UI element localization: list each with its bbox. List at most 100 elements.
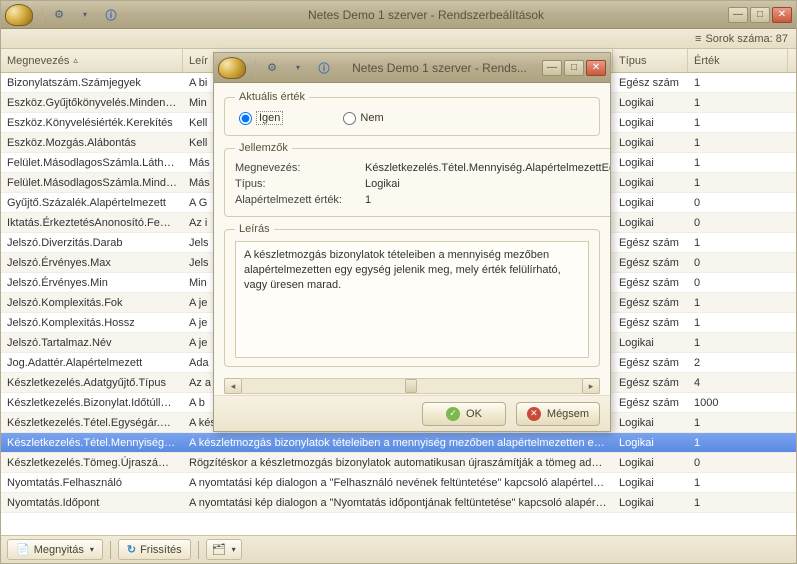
minimize-button[interactable]: — bbox=[728, 7, 748, 23]
cell-type: Egész szám bbox=[613, 315, 688, 331]
app-logo-icon bbox=[218, 57, 246, 79]
col-header-name[interactable]: Megnevezés▵ bbox=[1, 49, 183, 72]
cell-type: Egész szám bbox=[613, 75, 688, 91]
cell-name: Készletkezelés.Tétel.Egységár.Fel… bbox=[1, 415, 183, 431]
properties-legend: Jellemzők bbox=[235, 142, 292, 154]
sort-asc-icon: ▵ bbox=[73, 55, 78, 66]
refresh-button[interactable]: Frissítés bbox=[118, 539, 191, 560]
ok-button[interactable]: ✓ OK bbox=[422, 402, 506, 426]
cell-type: Logikai bbox=[613, 195, 688, 211]
separator bbox=[255, 59, 256, 77]
cell-name: Eszköz.Könyvelésiérték.Kerekítés bbox=[1, 115, 183, 131]
cell-name: Iktatás.ÉrkeztetésAnonosító.Fe… bbox=[1, 215, 183, 231]
cell-type: Egész szám bbox=[613, 235, 688, 251]
row-count-label: Sorok száma: 87 bbox=[705, 33, 788, 45]
cell-desc: A nyomtatási kép dialogon a "Felhasználó… bbox=[183, 475, 613, 491]
scroll-left-button[interactable]: ◂ bbox=[224, 378, 242, 394]
dropdown-icon[interactable]: ▾ bbox=[289, 59, 307, 77]
cell-value: 0 bbox=[688, 195, 788, 211]
cell-name: Nyomtatás.Időpont bbox=[1, 495, 183, 511]
app-logo-icon bbox=[5, 4, 33, 26]
cell-value: 0 bbox=[688, 455, 788, 471]
info-icon[interactable] bbox=[102, 6, 120, 24]
info-icon[interactable] bbox=[315, 59, 333, 77]
maximize-button[interactable]: □ bbox=[564, 60, 584, 76]
prop-type-value: Logikai bbox=[365, 178, 610, 190]
dialog-titlebar: ▾ Netes Demo 1 szerver - Rends... — □ ✕ bbox=[214, 53, 610, 83]
cell-type: Egész szám bbox=[613, 255, 688, 271]
current-value-fieldset: Aktuális érték Igen Nem bbox=[224, 91, 600, 136]
radio-yes[interactable]: Igen bbox=[239, 111, 283, 125]
gear-icon[interactable] bbox=[263, 59, 281, 77]
properties-fieldset: Jellemzők Megnevezés: Készletkezelés.Tét… bbox=[224, 142, 610, 217]
col-header-value[interactable]: Érték bbox=[688, 49, 788, 72]
table-row[interactable]: Nyomtatás.FelhasználóA nyomtatási kép di… bbox=[1, 473, 796, 493]
cell-name: Eszköz.Mozgás.Alábontás bbox=[1, 135, 183, 151]
refresh-icon bbox=[127, 543, 136, 556]
cell-name: Felület.MásodlagosSzámla.Mindké… bbox=[1, 175, 183, 191]
cell-value: 1 bbox=[688, 435, 788, 451]
cell-value: 1 bbox=[688, 315, 788, 331]
cell-type: Logikai bbox=[613, 495, 688, 511]
cell-type: Logikai bbox=[613, 215, 688, 231]
cell-name: Készletkezelés.Adatgyűjtő.Típus bbox=[1, 375, 183, 391]
cell-type: Egész szám bbox=[613, 275, 688, 291]
cell-value: 0 bbox=[688, 255, 788, 271]
table-row[interactable]: Nyomtatás.IdőpontA nyomtatási kép dialog… bbox=[1, 493, 796, 513]
radio-no-input[interactable] bbox=[343, 112, 356, 125]
scroll-track[interactable] bbox=[242, 378, 582, 394]
description-text: A készletmozgás bizonylatok tételeiben a… bbox=[235, 241, 589, 358]
cell-type: Logikai bbox=[613, 115, 688, 131]
cell-value: 1 bbox=[688, 235, 788, 251]
table-row[interactable]: Készletkezelés.Tömeg.ÚjraszámításRögzíté… bbox=[1, 453, 796, 473]
cell-name: Nyomtatás.Felhasználó bbox=[1, 475, 183, 491]
radio-yes-input[interactable] bbox=[239, 112, 252, 125]
cell-type: Egész szám bbox=[613, 355, 688, 371]
open-button[interactable]: Megnyitás ▾ bbox=[7, 539, 103, 560]
window-controls: — □ ✕ bbox=[542, 60, 606, 76]
bottom-toolbar: Megnyitás ▾ Frissítés ▾ bbox=[1, 535, 796, 563]
cell-desc: Rögzítéskor a készletmozgás bizonylatok … bbox=[183, 455, 613, 471]
cell-value: 1 bbox=[688, 175, 788, 191]
cell-name: Jelszó.Komplexitás.Fok bbox=[1, 295, 183, 311]
cell-value: 2 bbox=[688, 355, 788, 371]
scroll-thumb[interactable] bbox=[405, 379, 417, 393]
main-titlebar: ▾ Netes Demo 1 szerver - Rendszerbeálítá… bbox=[1, 1, 796, 29]
cell-type: Logikai bbox=[613, 415, 688, 431]
radio-no[interactable]: Nem bbox=[343, 111, 383, 125]
separator bbox=[198, 541, 199, 559]
current-value-legend: Aktuális érték bbox=[235, 91, 309, 103]
tools-button[interactable]: ▾ bbox=[206, 539, 242, 560]
cell-type: Logikai bbox=[613, 435, 688, 451]
prop-default-value: 1 bbox=[365, 194, 610, 206]
cell-name: Jelszó.Komplexitás.Hossz bbox=[1, 315, 183, 331]
table-row[interactable]: Készletkezelés.Tétel.Mennyiség.…A készle… bbox=[1, 433, 796, 453]
chevron-down-icon: ▾ bbox=[232, 545, 236, 554]
scroll-right-button[interactable]: ▸ bbox=[582, 378, 600, 394]
row-count-bar: ≡ Sorok száma: 87 bbox=[1, 29, 796, 49]
prop-name-label: Megnevezés: bbox=[235, 162, 365, 174]
cell-desc: A készletmozgás bizonylatok tételeiben a… bbox=[183, 435, 613, 451]
cell-value: 0 bbox=[688, 215, 788, 231]
cell-value: 1 bbox=[688, 415, 788, 431]
dropdown-icon[interactable]: ▾ bbox=[76, 6, 94, 24]
cell-value: 1 bbox=[688, 95, 788, 111]
cell-type: Logikai bbox=[613, 455, 688, 471]
cancel-button[interactable]: ✕ Mégsem bbox=[516, 402, 600, 426]
close-button[interactable]: ✕ bbox=[586, 60, 606, 76]
cell-name: Készletkezelés.Tömeg.Újraszámítás bbox=[1, 455, 183, 471]
col-header-type[interactable]: Típus bbox=[613, 49, 688, 72]
cell-value: 1 bbox=[688, 495, 788, 511]
horizontal-scrollbar[interactable]: ◂ ▸ bbox=[224, 377, 600, 395]
minimize-button[interactable]: — bbox=[542, 60, 562, 76]
cell-type: Logikai bbox=[613, 155, 688, 171]
dialog-button-bar: ✓ OK ✕ Mégsem bbox=[214, 395, 610, 431]
cell-value: 1 bbox=[688, 295, 788, 311]
detail-dialog: ▾ Netes Demo 1 szerver - Rends... — □ ✕ … bbox=[213, 52, 611, 432]
close-button[interactable]: ✕ bbox=[772, 7, 792, 23]
gear-icon[interactable] bbox=[50, 6, 68, 24]
cell-type: Logikai bbox=[613, 135, 688, 151]
cell-type: Egész szám bbox=[613, 375, 688, 391]
cell-value: 4 bbox=[688, 375, 788, 391]
maximize-button[interactable]: □ bbox=[750, 7, 770, 23]
